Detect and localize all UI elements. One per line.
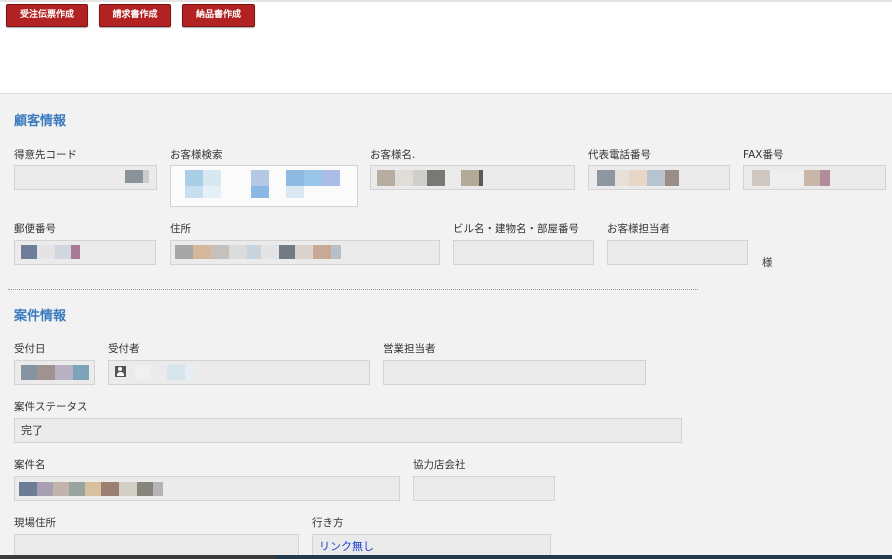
sales-rep-field[interactable]	[383, 360, 646, 385]
create-order-slip-button[interactable]: 受注伝票作成	[6, 4, 88, 27]
bottom-edge	[0, 555, 892, 559]
customer-name-label: お客様名.	[370, 149, 416, 161]
project-name-label: 案件名	[14, 459, 46, 471]
phone-label: 代表電話番号	[588, 149, 651, 161]
customer-contact-field[interactable]	[607, 240, 748, 265]
customer-contact-label: お客様担当者	[607, 223, 670, 235]
project-status-field[interactable]: 完了	[14, 418, 682, 443]
received-date-field[interactable]	[14, 360, 95, 385]
directions-link[interactable]: リンク無し	[319, 540, 374, 553]
partner-company-field[interactable]	[413, 476, 555, 501]
project-status-value: 完了	[21, 424, 43, 437]
person-icon	[115, 366, 126, 377]
address-label: 住所	[170, 223, 191, 235]
toolbar: 受注伝票作成 請求書作成 納品書作成	[0, 0, 892, 94]
customer-search-label: お客様検索	[170, 149, 223, 161]
postal-code-field[interactable]	[14, 240, 156, 265]
partner-company-label: 協力店会社	[413, 459, 466, 471]
customer-code-field[interactable]	[14, 165, 157, 190]
phone-field[interactable]	[588, 165, 730, 190]
receiver-label: 受付者	[108, 343, 140, 355]
section-divider	[8, 289, 698, 290]
project-status-label: 案件ステータス	[14, 401, 88, 413]
customer-section-title: 顧客情報	[14, 114, 67, 129]
fax-field[interactable]	[743, 165, 886, 190]
receiver-field[interactable]	[108, 360, 370, 385]
honorific-suffix: 様	[762, 257, 773, 269]
project-name-field[interactable]	[14, 476, 400, 501]
customer-name-field[interactable]	[370, 165, 575, 190]
building-field[interactable]	[453, 240, 594, 265]
create-delivery-note-button[interactable]: 納品書作成	[182, 4, 255, 27]
customer-search-field[interactable]	[170, 165, 358, 207]
sales-rep-label: 営業担当者	[383, 343, 436, 355]
fax-label: FAX番号	[743, 149, 784, 161]
directions-label: 行き方	[312, 517, 344, 529]
customer-code-label: 得意先コード	[14, 149, 77, 161]
received-date-label: 受付日	[14, 343, 46, 355]
building-label: ビル名・建物名・部屋番号	[453, 223, 579, 235]
site-address-label: 現場住所	[14, 517, 56, 529]
postal-code-label: 郵便番号	[14, 223, 56, 235]
project-section-title: 案件情報	[14, 309, 67, 324]
create-invoice-button[interactable]: 請求書作成	[99, 4, 171, 27]
address-field[interactable]	[170, 240, 440, 265]
